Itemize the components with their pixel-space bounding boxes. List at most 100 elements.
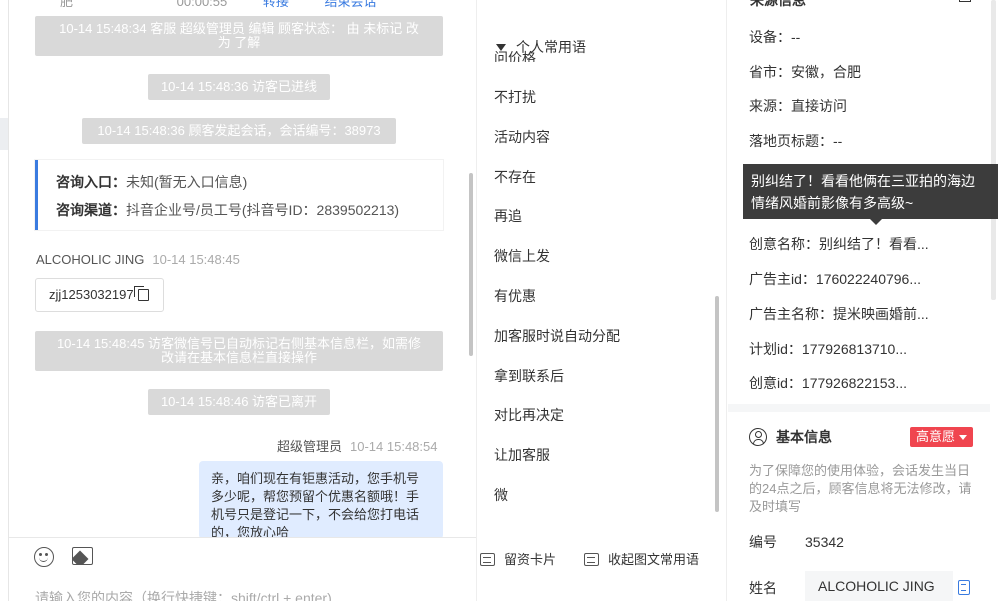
- intent-level-dropdown[interactable]: 高意愿: [910, 427, 973, 447]
- name-field[interactable]: ALCOHOLIC JING: [805, 571, 953, 601]
- info-field-plan-id: 计划id：177926813710...: [749, 339, 907, 359]
- field-label: 广告主名称：: [749, 306, 833, 322]
- agent-message-bubble: 亲，咱们现在有钜惠活动，您手机号 多少呢，帮您预留个优惠名额哦！手 机号只是登记…: [199, 461, 443, 539]
- session-timer: 00:00:55: [176, 0, 228, 9]
- entry-label: 咨询入口：: [56, 174, 126, 190]
- system-message-text: 为 了解: [217, 35, 261, 50]
- caret-down-icon: [496, 44, 506, 51]
- field-label: 编号: [749, 534, 777, 550]
- field-label: 创意名称：: [749, 236, 819, 252]
- phrases-group-header[interactable]: 个人常用语: [496, 37, 586, 57]
- copy-document-icon[interactable]: [958, 580, 970, 595]
- system-message-text: 10-14 15:48:46 访客已离开: [160, 394, 318, 409]
- system-message: 10-14 15:48:46 访客已离开: [148, 389, 330, 415]
- chat-header: 肥 00:00:55 转接 结束会话: [60, 0, 377, 10]
- chat-pane: 肥 00:00:55 转接 结束会话 10-14 15:48:34 客服 超级管…: [0, 0, 476, 601]
- message-time: 10-14 15:48:54: [350, 439, 438, 454]
- card-icon: [480, 553, 495, 566]
- source-info-heading: 来源信息: [750, 0, 806, 8]
- phrase-item[interactable]: 再追: [494, 206, 522, 226]
- info-scrollbar[interactable]: [991, 0, 996, 300]
- channel-label: 咨询渠道：: [56, 202, 126, 218]
- field-value: --: [791, 29, 801, 45]
- info-field-device: 设备：--: [749, 27, 800, 47]
- quick-phrases-pane: 问价格 个人常用语 不打扰 活动内容 不存在 再追 微信上发 有优惠 加客服时说…: [476, 0, 727, 601]
- info-field-creative-name[interactable]: 创意名称：别纠结了！看看...: [749, 234, 929, 254]
- visitor-sender-name: ALCOHOLIC JING: [36, 252, 145, 267]
- wechat-id-chip[interactable]: zjj1253032197: [35, 278, 164, 312]
- collapse-phrases-button[interactable]: 收起图文常用语: [584, 549, 699, 568]
- user-circle-icon: [749, 428, 767, 446]
- info-field-city: 省市：安徽，合肥: [749, 62, 861, 82]
- phrase-item[interactable]: 微: [494, 485, 508, 505]
- system-message-text: 改请在基本信息栏直接操作: [160, 350, 317, 365]
- image-icon[interactable]: [72, 547, 93, 565]
- info-field-advertiser-id: 广告主id：176022240796...: [749, 269, 921, 289]
- field-label: 广告主id：: [749, 271, 816, 287]
- transfer-button[interactable]: 转接: [263, 0, 289, 9]
- field-value: 提米映画婚前...: [833, 306, 929, 322]
- field-label: 省市：: [749, 64, 791, 80]
- card-icon: [584, 553, 599, 566]
- tooltip-arrow: [870, 219, 882, 225]
- info-field-number: 编号 35342: [749, 532, 844, 552]
- system-message: 10-14 15:48:36 访客已进线: [148, 74, 330, 100]
- system-message-text: 10-14 15:48:45 访客微信号已自动标记右侧基本信息栏，如需修: [56, 336, 422, 351]
- phrase-item[interactable]: 让加客服: [494, 445, 550, 465]
- section-divider: [728, 404, 990, 412]
- system-message-text: 10-14 15:48:36 顾客发起会话，会话编号：38973: [97, 123, 381, 138]
- basic-info-title: 基本信息: [776, 429, 832, 445]
- divider: [8, 0, 9, 601]
- edit-notice: 为了保障您的使用体验，会话发生当日的24点之后，顾客信息将无法修改，请及时填写: [749, 463, 972, 514]
- chat-scrollbar[interactable]: [469, 173, 473, 356]
- phrase-item[interactable]: 不打扰: [494, 87, 536, 107]
- phrase-item[interactable]: 拿到联系后: [494, 366, 564, 386]
- message-line: 机号只是登记一下，不会给您打电话: [211, 507, 420, 522]
- field-value: 安徽，合肥: [791, 64, 861, 80]
- inquiry-card: 咨询入口：未知(暂无入口信息) 咨询渠道：抖音企业号/员工号(抖音号ID：283…: [35, 160, 443, 230]
- end-session-button[interactable]: 结束会话: [325, 0, 377, 9]
- phrases-scrollbar[interactable]: [715, 296, 719, 512]
- creative-name-tooltip: 别纠结了！看看他俩在三亚拍的海边 情绪风婚前影像有多高级~: [743, 164, 998, 219]
- phrase-item[interactable]: 活动内容: [494, 127, 550, 147]
- message-input-area[interactable]: 请输入您的内容（换行快捷键：shift/ctrl + enter): [9, 537, 476, 601]
- customer-info-pane: 来源信息 设备：-- 省市：安徽，合肥 来源：直接访问 落地页标题：-- 创意名…: [728, 0, 998, 601]
- phrases-group-title: 个人常用语: [516, 39, 586, 55]
- emoji-icon[interactable]: [34, 547, 54, 567]
- message-line: 亲，咱们现在有钜惠活动，您手机号: [211, 471, 420, 486]
- system-message: 10-14 15:48:45 访客微信号已自动标记右侧基本信息栏，如需修 改请在…: [35, 331, 443, 371]
- info-field-creative-id: 创意id：177926822153...: [749, 373, 907, 393]
- field-label: 计划id：: [749, 341, 802, 357]
- expand-icon[interactable]: [959, 0, 971, 2]
- lead-card-button[interactable]: 留资卡片: [480, 549, 556, 568]
- system-message-text: 10-14 15:48:34 客服 超级管理员 编辑 顾客状态： 由 未标记 改: [59, 21, 419, 36]
- basic-info-heading: 基本信息: [749, 427, 832, 447]
- system-message-text: 10-14 15:48:36 访客已进线: [160, 79, 318, 94]
- tooltip-text: 情绪风婚前影像有多高级~: [751, 195, 914, 211]
- field-label: 创意id：: [749, 375, 802, 391]
- copy-icon[interactable]: [134, 286, 149, 301]
- info-field-source: 来源：直接访问: [749, 96, 847, 116]
- visitor-sender: ALCOHOLIC JING 10-14 15:48:45: [36, 252, 240, 267]
- field-value: 别纠结了！看看...: [819, 236, 929, 252]
- phrase-item[interactable]: 对比再决定: [494, 405, 564, 425]
- agent-sender: 超级管理员 10-14 15:48:54: [277, 436, 437, 455]
- field-label: 来源：: [749, 98, 791, 114]
- message-input-placeholder[interactable]: 请输入您的内容（换行快捷键：shift/ctrl + enter): [35, 588, 332, 601]
- field-value: --: [833, 133, 843, 149]
- phrase-item[interactable]: 加客服时说自动分配: [494, 326, 620, 346]
- system-message: 10-14 15:48:34 客服 超级管理员 编辑 顾客状态： 由 未标记 改…: [35, 16, 443, 56]
- phrase-item[interactable]: 不存在: [494, 167, 536, 187]
- entry-value: 未知(暂无入口信息): [126, 174, 248, 190]
- phrase-item[interactable]: 有优惠: [494, 286, 536, 306]
- field-value: 直接访问: [791, 98, 847, 114]
- message-line: 多少呢，帮您预留个优惠名额哦！手: [211, 489, 420, 504]
- intent-level-label: 高意愿: [916, 429, 956, 444]
- chat-workbench: 肥 00:00:55 转接 结束会话 10-14 15:48:34 客服 超级管…: [0, 0, 998, 601]
- channel-value: 抖音企业号/员工号(抖音号ID：2839502213): [126, 202, 400, 218]
- system-message: 10-14 15:48:36 顾客发起会话，会话编号：38973: [82, 118, 396, 144]
- phrase-item[interactable]: 微信上发: [494, 246, 550, 266]
- field-value: 35342: [805, 534, 844, 550]
- agent-sender-name: 超级管理员: [277, 439, 343, 454]
- field-label: 落地页标题：: [749, 133, 833, 149]
